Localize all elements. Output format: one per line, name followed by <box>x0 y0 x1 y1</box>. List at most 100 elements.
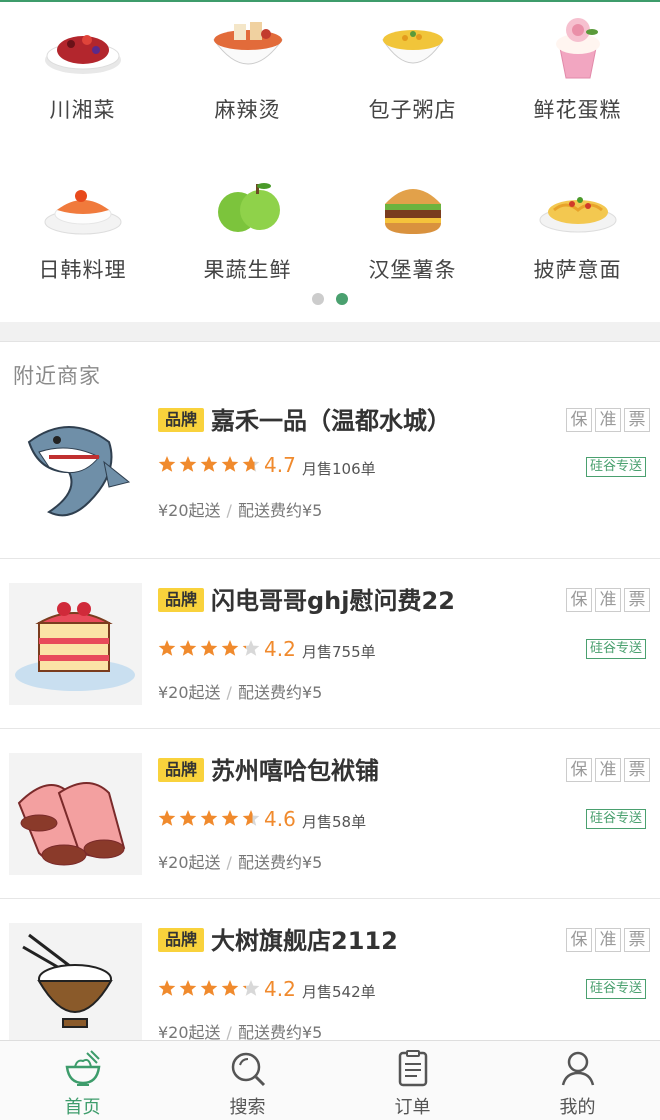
star-full-icon <box>179 640 197 656</box>
delivery-fee: 配送费约¥5 <box>237 501 323 520</box>
category-bun-porridge[interactable]: 包子粥店 <box>330 2 495 152</box>
rolls-icon <box>17 782 126 866</box>
separator: / <box>226 501 232 520</box>
delivery-fee: 配送费约¥5 <box>237 683 323 702</box>
burger-icon <box>384 189 441 234</box>
shark-icon <box>27 426 131 517</box>
guarantee-badges: 保准票 <box>566 588 653 612</box>
star-full-icon <box>179 810 197 826</box>
shop-thumbnail <box>9 402 142 524</box>
nav-home[interactable]: 首页 <box>0 1041 165 1120</box>
user-icon <box>561 1051 594 1086</box>
category-flower-cake[interactable]: 鲜花蛋糕 <box>495 2 660 152</box>
guarantee-badges: 保准票 <box>566 928 653 952</box>
guarantee-badges: 保准票 <box>566 758 653 782</box>
monthly-sales: 月售542单 <box>302 983 376 1001</box>
category-label: 麻辣烫 <box>214 98 281 122</box>
star-full-icon <box>200 810 218 826</box>
star-rating <box>158 639 263 663</box>
nav-profile[interactable]: 我的 <box>495 1041 660 1120</box>
nav-orders[interactable]: 订单 <box>330 1041 495 1120</box>
shop-name: 苏州嘻哈包袱铺 <box>211 757 379 785</box>
category-label: 汉堡薯条 <box>368 258 457 282</box>
shop-name: 大树旗舰店2112 <box>211 927 398 955</box>
star-full-icon <box>221 980 239 996</box>
shop-name: 闪电哥哥ghj慰问费22 <box>211 587 455 615</box>
star-rating <box>158 979 263 1003</box>
cake-slice-icon <box>15 602 135 691</box>
cost-info: ¥20起送 / 配送费约¥5 <box>158 497 322 521</box>
rating-value: 4.2 <box>264 637 296 661</box>
home-bowl-icon <box>65 1050 100 1086</box>
star-full-icon <box>158 810 176 826</box>
guarantee-badge: 保 <box>566 588 592 612</box>
section-divider <box>0 322 660 342</box>
rating-value: 4.2 <box>264 977 296 1001</box>
shop-thumbnail <box>9 753 142 875</box>
star-full-icon <box>158 640 176 656</box>
shop-item[interactable]: 品牌 苏州嘻哈包袱铺 保准票 4.6 月售58单 硅谷专送 ¥20起送 / 配送费约… <box>0 729 660 899</box>
brand-tag: 品牌 <box>158 408 204 432</box>
sushi-icon <box>44 190 121 235</box>
cost-info: ¥20起送 / 配送费约¥5 <box>158 849 322 873</box>
category-label: 包子粥店 <box>368 98 457 122</box>
rating-value: 4.6 <box>264 807 296 831</box>
brand-tag: 品牌 <box>158 758 204 782</box>
nav-label: 订单 <box>394 1097 431 1118</box>
pager-dot-active[interactable] <box>336 293 348 305</box>
brand-tag: 品牌 <box>158 588 204 612</box>
nav-label: 首页 <box>64 1097 101 1118</box>
nav-search[interactable]: 搜索 <box>165 1041 330 1120</box>
shop-thumbnail <box>9 923 142 1045</box>
guarantee-badge: 保 <box>566 758 592 782</box>
star-rating <box>158 809 263 833</box>
category-label: 披萨意面 <box>533 258 622 282</box>
star-full-icon <box>200 640 218 656</box>
star-full-icon <box>158 980 176 996</box>
brand-tag: 品牌 <box>158 928 204 952</box>
delivery-fee: 配送费约¥5 <box>237 853 323 872</box>
star-half-icon <box>242 810 260 826</box>
guarantee-badge: 票 <box>624 408 650 432</box>
delivery-badge: 硅谷专送 <box>586 639 647 659</box>
min-order: ¥20起送 <box>158 501 221 520</box>
star-full-icon <box>200 980 218 996</box>
delivery-badge: 硅谷专送 <box>586 809 647 829</box>
cupcake-icon <box>555 18 600 79</box>
hotpot-bowl-icon <box>212 22 283 65</box>
star-full-icon <box>179 980 197 996</box>
guarantee-badge: 准 <box>595 408 621 432</box>
monthly-sales: 月售106单 <box>302 460 376 478</box>
category-label: 鲜花蛋糕 <box>533 98 622 122</box>
shop-item[interactable]: 品牌 嘉禾一品（温都水城） 保准票 4.7 月售106单 硅谷专送 ¥20起送 /… <box>0 389 660 559</box>
guarantee-badge: 准 <box>595 758 621 782</box>
section-title: 附近商家 <box>13 364 101 388</box>
bottom-nav: 首页 搜索 订单 我的 <box>0 1040 660 1120</box>
monthly-sales: 月售755单 <box>302 643 376 661</box>
monthly-sales: 月售58单 <box>302 813 367 831</box>
category-label: 日韩料理 <box>38 258 127 282</box>
star-full-icon <box>221 810 239 826</box>
shop-thumbnail <box>9 583 142 705</box>
star-half-icon <box>242 456 260 472</box>
separator: / <box>226 853 232 872</box>
category-label: 果蔬生鲜 <box>203 258 292 282</box>
nav-label: 我的 <box>559 1097 596 1118</box>
star-half-icon <box>242 980 260 996</box>
category-malatang[interactable]: 麻辣烫 <box>165 2 330 152</box>
shop-item[interactable]: 品牌 闪电哥哥ghj慰问费22 保准票 4.2 月售755单 硅谷专送 ¥20起… <box>0 559 660 729</box>
delivery-badge: 硅谷专送 <box>586 457 647 477</box>
guarantee-badges: 保准票 <box>566 408 653 432</box>
category-sichuan[interactable]: 川湘菜 <box>0 2 165 152</box>
guarantee-badge: 保 <box>566 928 592 952</box>
category-grid: 川湘菜 麻辣烫 包子粥店 鲜花蛋糕 日韩料理 果蔬生鲜 汉堡薯条 披萨意面 <box>0 2 660 322</box>
star-full-icon <box>221 640 239 656</box>
order-list-icon <box>398 1050 427 1087</box>
guarantee-badge: 票 <box>624 928 650 952</box>
star-full-icon <box>179 456 197 472</box>
category-label: 川湘菜 <box>49 98 116 122</box>
pager-dot[interactable] <box>312 293 324 305</box>
carousel-pager <box>0 290 660 306</box>
search-icon <box>231 1052 265 1087</box>
guarantee-badge: 保 <box>566 408 592 432</box>
